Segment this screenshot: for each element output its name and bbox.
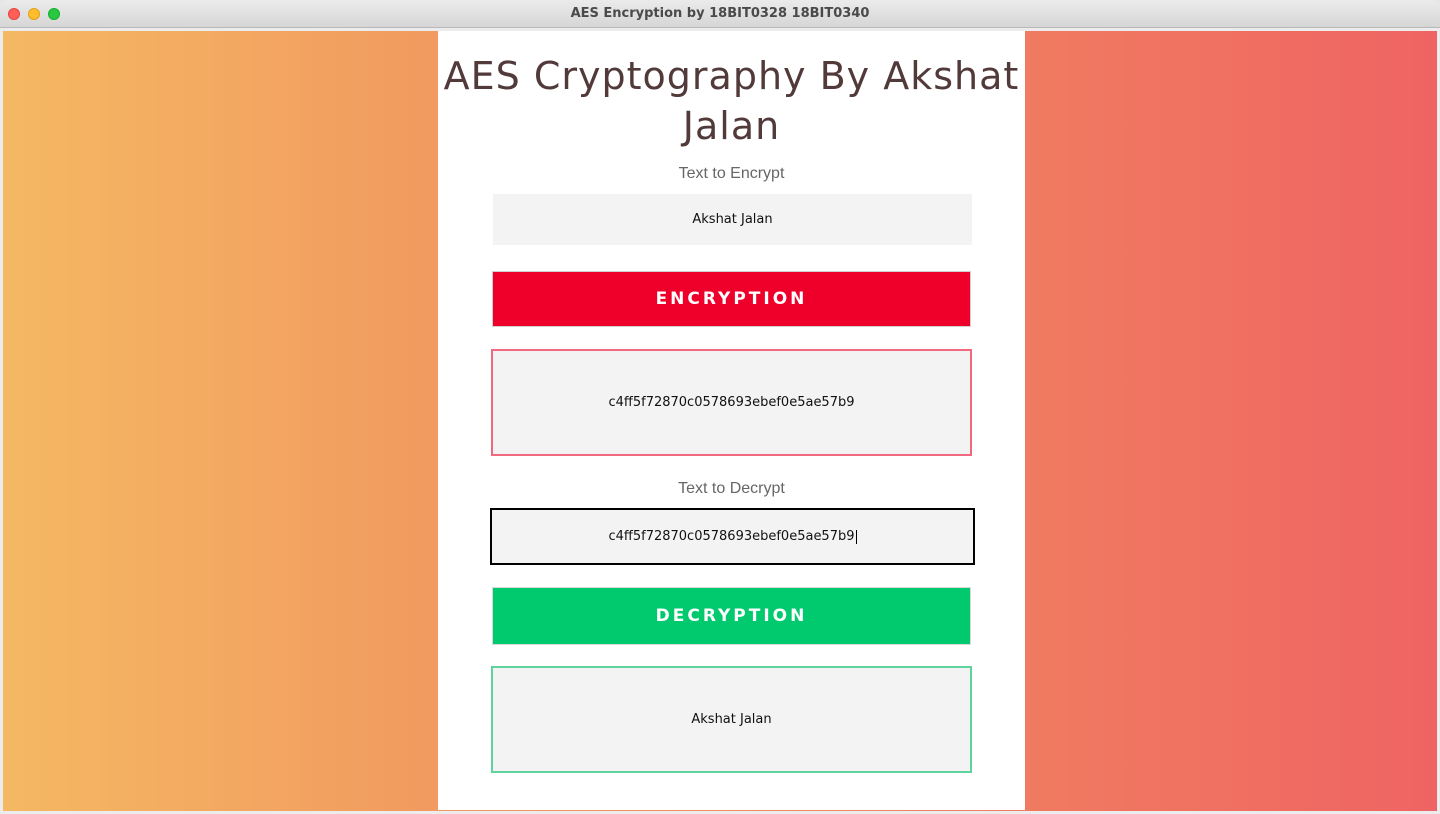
encrypt-label: Text to Encrypt	[678, 165, 785, 182]
main-panel: AES Cryptography By Akshat Jalan Text to…	[438, 31, 1025, 810]
encrypt-button[interactable]: ENCRYPTION	[492, 271, 971, 327]
decrypt-button[interactable]: DECRYPTION	[492, 587, 971, 645]
decrypted-output: Akshat Jalan	[491, 666, 972, 773]
decrypt-input[interactable]: c4ff5f72870c0578693ebef0e5ae57b9	[490, 508, 975, 565]
page-title: AES Cryptography By Akshat Jalan	[443, 54, 1020, 148]
gradient-background: AES Cryptography By Akshat Jalan Text to…	[3, 31, 1437, 811]
encrypted-output: c4ff5f72870c0578693ebef0e5ae57b9	[491, 349, 972, 456]
text-cursor	[855, 529, 857, 544]
window-title: AES Encryption by 18BIT0328 18BIT0340	[570, 6, 870, 21]
title-bar: AES Encryption by 18BIT0328 18BIT0340	[0, 0, 1440, 28]
encrypt-input[interactable]: Akshat Jalan	[493, 194, 972, 245]
decrypt-label: Text to Decrypt	[678, 480, 785, 497]
app-window: AES Encryption by 18BIT0328 18BIT0340 AE…	[0, 0, 1440, 814]
decrypt-input-value: c4ff5f72870c0578693ebef0e5ae57b9	[608, 529, 855, 544]
